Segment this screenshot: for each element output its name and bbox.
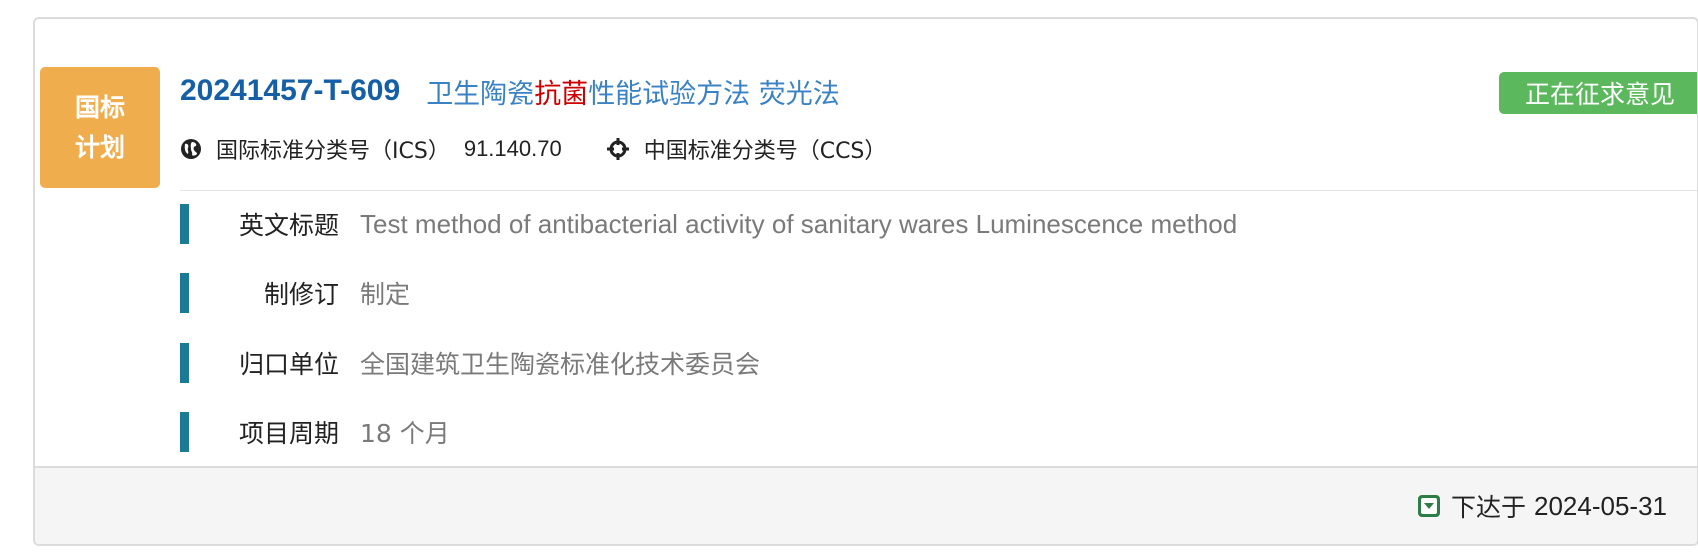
globe-icon bbox=[181, 139, 201, 159]
issue-date-label: 下达于 bbox=[1450, 493, 1526, 522]
field-marker-bar bbox=[180, 412, 189, 452]
field-value: Test method of antibacterial activity of… bbox=[360, 208, 1238, 239]
ics-classification: 国际标准分类号（ICS） 91.140.70 bbox=[180, 133, 562, 165]
field-label: 制修订 bbox=[263, 280, 339, 309]
ccs-label: 中国标准分类号（CCS） bbox=[643, 139, 887, 164]
field-marker-bar bbox=[180, 343, 189, 383]
field-value: 18 个月 bbox=[360, 419, 450, 448]
field-label: 英文标题 bbox=[238, 211, 339, 240]
classification-row: 国际标准分类号（ICS） 91.140.70 中国标准分类号（CCS） bbox=[180, 132, 900, 166]
plan-badge-line2: 计划 bbox=[74, 132, 125, 162]
card-footer: 下达于 2024-05-31 bbox=[35, 466, 1697, 544]
ics-label: 国际标准分类号（ICS） bbox=[216, 139, 450, 164]
plan-badge-line1: 国标 bbox=[74, 92, 125, 122]
field-value: 制定 bbox=[360, 280, 411, 309]
standard-number-link[interactable]: 20241457-T-609 bbox=[180, 74, 400, 108]
issue-date-info: 下达于 2024-05-31 bbox=[1417, 468, 1667, 544]
status-badge: 正在征求意见 bbox=[1499, 72, 1697, 114]
field-label: 归口单位 bbox=[238, 350, 339, 379]
standard-title-link[interactable]: 卫生陶瓷抗菌性能试验方法 荧光法 bbox=[426, 72, 840, 111]
ics-value: 91.140.70 bbox=[463, 136, 562, 161]
field-marker-bar bbox=[180, 204, 189, 244]
field-label: 项目周期 bbox=[238, 419, 339, 448]
header-divider bbox=[180, 190, 1697, 191]
ccs-classification: 中国标准分类号（CCS） bbox=[606, 133, 901, 165]
caret-down-square-icon bbox=[1417, 495, 1440, 517]
title-row: 20241457-T-609 卫生陶瓷抗菌性能试验方法 荧光法 bbox=[180, 69, 840, 113]
title-part2: 性能试验方法 荧光法 bbox=[588, 78, 840, 110]
field-english-title: 英文标题 Test method of antibacterial activi… bbox=[180, 204, 1237, 244]
field-revision-type: 制修订 制定 bbox=[180, 273, 410, 313]
issue-date-value: 2024-05-31 bbox=[1534, 490, 1667, 521]
title-keyword-highlight: 抗菌 bbox=[534, 78, 589, 110]
plan-card: 国标 计划 20241457-T-609 卫生陶瓷抗菌性能试验方法 荧光法 正在… bbox=[33, 17, 1698, 546]
plan-type-badge: 国标 计划 bbox=[40, 67, 160, 188]
crosshair-icon bbox=[606, 138, 629, 160]
field-marker-bar bbox=[180, 273, 189, 313]
title-part1: 卫生陶瓷 bbox=[426, 78, 535, 110]
field-value: 全国建筑卫生陶瓷标准化技术委员会 bbox=[360, 350, 761, 379]
field-project-period: 项目周期 18 个月 bbox=[180, 412, 450, 452]
field-responsible-unit: 归口单位 全国建筑卫生陶瓷标准化技术委员会 bbox=[180, 343, 760, 383]
